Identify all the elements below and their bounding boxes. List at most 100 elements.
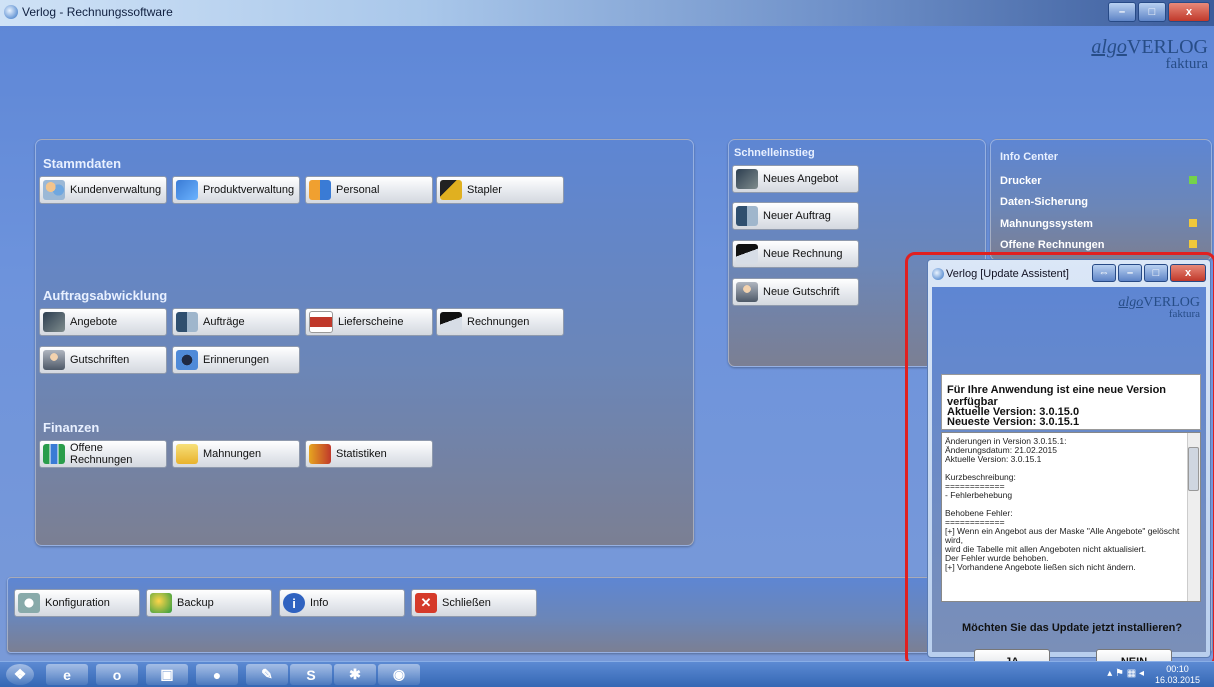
neue-gutschrift-button[interactable]: Neue Gutschrift bbox=[732, 278, 859, 306]
info-icon: i bbox=[283, 593, 305, 613]
brand-algo: algo bbox=[1091, 36, 1127, 58]
button-label: Lieferscheine bbox=[338, 316, 404, 328]
button-label: Personal bbox=[336, 184, 380, 196]
lieferscheine-button[interactable]: Lieferscheine bbox=[305, 308, 433, 336]
internet-explorer-icon[interactable]: e bbox=[46, 664, 88, 685]
app-red-icon[interactable]: ✱ bbox=[334, 664, 376, 685]
yellow-flag-icon bbox=[1189, 240, 1197, 248]
info-mahnungssystem[interactable]: Mahnungssystem bbox=[1000, 218, 1093, 230]
gutschriften-button[interactable]: Gutschriften bbox=[39, 346, 167, 374]
taskbar: ❖ e o ▣ ● ✎ S ✱ ◉ ▴ ⚑ ▦ ◂ 00:10 16.03.20… bbox=[0, 661, 1214, 687]
outlook-icon[interactable]: o bbox=[96, 664, 138, 685]
reminder-icon bbox=[176, 350, 198, 370]
button-label: Neue Gutschrift bbox=[763, 286, 840, 298]
system-tray[interactable]: ▴ ⚑ ▦ ◂ bbox=[1107, 668, 1144, 679]
bar-chart-icon bbox=[43, 444, 65, 464]
button-label: Konfiguration bbox=[45, 597, 110, 609]
button-label: Gutschriften bbox=[70, 354, 130, 366]
stapler-button[interactable]: Stapler bbox=[436, 176, 564, 204]
mahnungen-button[interactable]: Mahnungen bbox=[172, 440, 300, 468]
invoice-icon bbox=[440, 312, 462, 332]
rechnungen-button[interactable]: Rechnungen bbox=[436, 308, 564, 336]
button-label: Info bbox=[310, 597, 329, 609]
erinnerungen-button[interactable]: Erinnerungen bbox=[172, 346, 300, 374]
button-label: Schließen bbox=[442, 597, 491, 609]
yellow-flag-icon bbox=[1189, 219, 1197, 227]
statistics-icon bbox=[309, 444, 331, 464]
button-label: Backup bbox=[177, 597, 214, 609]
statistiken-button[interactable]: Statistiken bbox=[305, 440, 433, 468]
angebote-button[interactable]: Angebote bbox=[39, 308, 167, 336]
close-button[interactable]: x bbox=[1168, 2, 1210, 22]
schliessen-button[interactable]: ✕ Schließen bbox=[411, 589, 537, 617]
button-label: Rechnungen bbox=[467, 316, 530, 328]
info-offene-rechnungen[interactable]: Offene Rechnungen bbox=[1000, 239, 1105, 251]
button-label: Mahnungen bbox=[203, 448, 262, 460]
button-label: Aufträge bbox=[203, 316, 245, 328]
start-button[interactable]: ❖ bbox=[6, 664, 34, 685]
explorer-icon[interactable]: ▣ bbox=[146, 664, 188, 685]
brand-logo: algoVERLOG faktura bbox=[1091, 36, 1208, 73]
clock-time: 00:10 bbox=[1166, 664, 1189, 674]
section-stammdaten: Stammdaten bbox=[43, 156, 122, 171]
highlight-frame bbox=[905, 252, 1214, 667]
firefox-icon[interactable]: ● bbox=[196, 664, 238, 685]
verlog-taskbar-icon[interactable]: ◉ bbox=[378, 664, 420, 685]
documents-icon bbox=[736, 206, 758, 226]
paint-icon[interactable]: ✎ bbox=[246, 664, 288, 685]
button-label: Neues Angebot bbox=[763, 173, 839, 185]
staff-icon bbox=[309, 180, 331, 200]
button-label: Stapler bbox=[467, 184, 502, 196]
neuer-auftrag-button[interactable]: Neuer Auftrag bbox=[732, 202, 859, 230]
info-daten-sicherung[interactable]: Daten-Sicherung bbox=[1000, 196, 1088, 208]
maximize-button[interactable]: □ bbox=[1138, 2, 1166, 22]
button-label: Neue Rechnung bbox=[763, 248, 843, 260]
customers-icon bbox=[43, 180, 65, 200]
personal-button[interactable]: Personal bbox=[305, 176, 433, 204]
neues-angebot-button[interactable]: Neues Angebot bbox=[732, 165, 859, 193]
brand-faktura: faktura bbox=[1165, 56, 1208, 72]
button-label: Angebote bbox=[70, 316, 118, 328]
book-icon bbox=[43, 312, 65, 332]
puzzle-icon bbox=[176, 180, 198, 200]
brand-verlog: VERLOG bbox=[1126, 36, 1208, 58]
close-icon: ✕ bbox=[415, 593, 437, 613]
book-icon bbox=[736, 169, 758, 189]
invoice-icon bbox=[736, 244, 758, 264]
documents-icon bbox=[176, 312, 198, 332]
delivery-note-icon bbox=[309, 311, 333, 333]
kundenverwaltung-button[interactable]: Kundenverwaltung bbox=[39, 176, 167, 204]
button-label: Offene Rechnungen bbox=[70, 442, 133, 466]
offene-rechnungen-button[interactable]: Offene Rechnungen bbox=[39, 440, 167, 468]
button-label: Neuer Auftrag bbox=[763, 210, 831, 222]
backup-icon bbox=[150, 593, 172, 613]
section-finanzen: Finanzen bbox=[43, 420, 100, 435]
button-label: Statistiken bbox=[336, 448, 387, 460]
backup-button[interactable]: Backup bbox=[146, 589, 272, 617]
button-label: Produktverwaltung bbox=[203, 184, 295, 196]
info-drucker[interactable]: Drucker bbox=[1000, 175, 1042, 187]
clock[interactable]: 00:10 16.03.2015 bbox=[1155, 664, 1200, 686]
section-schnelleinstieg: Schnelleinstieg bbox=[734, 147, 815, 159]
button-label: Kundenverwaltung bbox=[70, 184, 162, 196]
green-flag-icon bbox=[1189, 176, 1197, 184]
info-button[interactable]: i Info bbox=[279, 589, 405, 617]
button-label: Erinnerungen bbox=[203, 354, 270, 366]
section-info-center: Info Center bbox=[1000, 151, 1059, 163]
auftraege-button[interactable]: Aufträge bbox=[172, 308, 300, 336]
konfiguration-button[interactable]: Konfiguration bbox=[14, 589, 140, 617]
title-bar: Verlog - Rechnungssoftware – □ x bbox=[0, 0, 1214, 26]
clock-date: 16.03.2015 bbox=[1154, 675, 1200, 685]
credit-note-icon bbox=[736, 282, 758, 302]
forklift-icon bbox=[440, 180, 462, 200]
window-title: Verlog - Rechnungssoftware bbox=[22, 5, 173, 19]
settings-icon bbox=[18, 593, 40, 613]
note-icon bbox=[176, 444, 198, 464]
credit-note-icon bbox=[43, 350, 65, 370]
skype-icon[interactable]: S bbox=[290, 664, 332, 685]
minimize-button[interactable]: – bbox=[1108, 2, 1136, 22]
app-icon bbox=[4, 5, 18, 19]
section-auftragsabwicklung: Auftragsabwicklung bbox=[43, 288, 168, 303]
produktverwaltung-button[interactable]: Produktverwaltung bbox=[172, 176, 300, 204]
neue-rechnung-button[interactable]: Neue Rechnung bbox=[732, 240, 859, 268]
